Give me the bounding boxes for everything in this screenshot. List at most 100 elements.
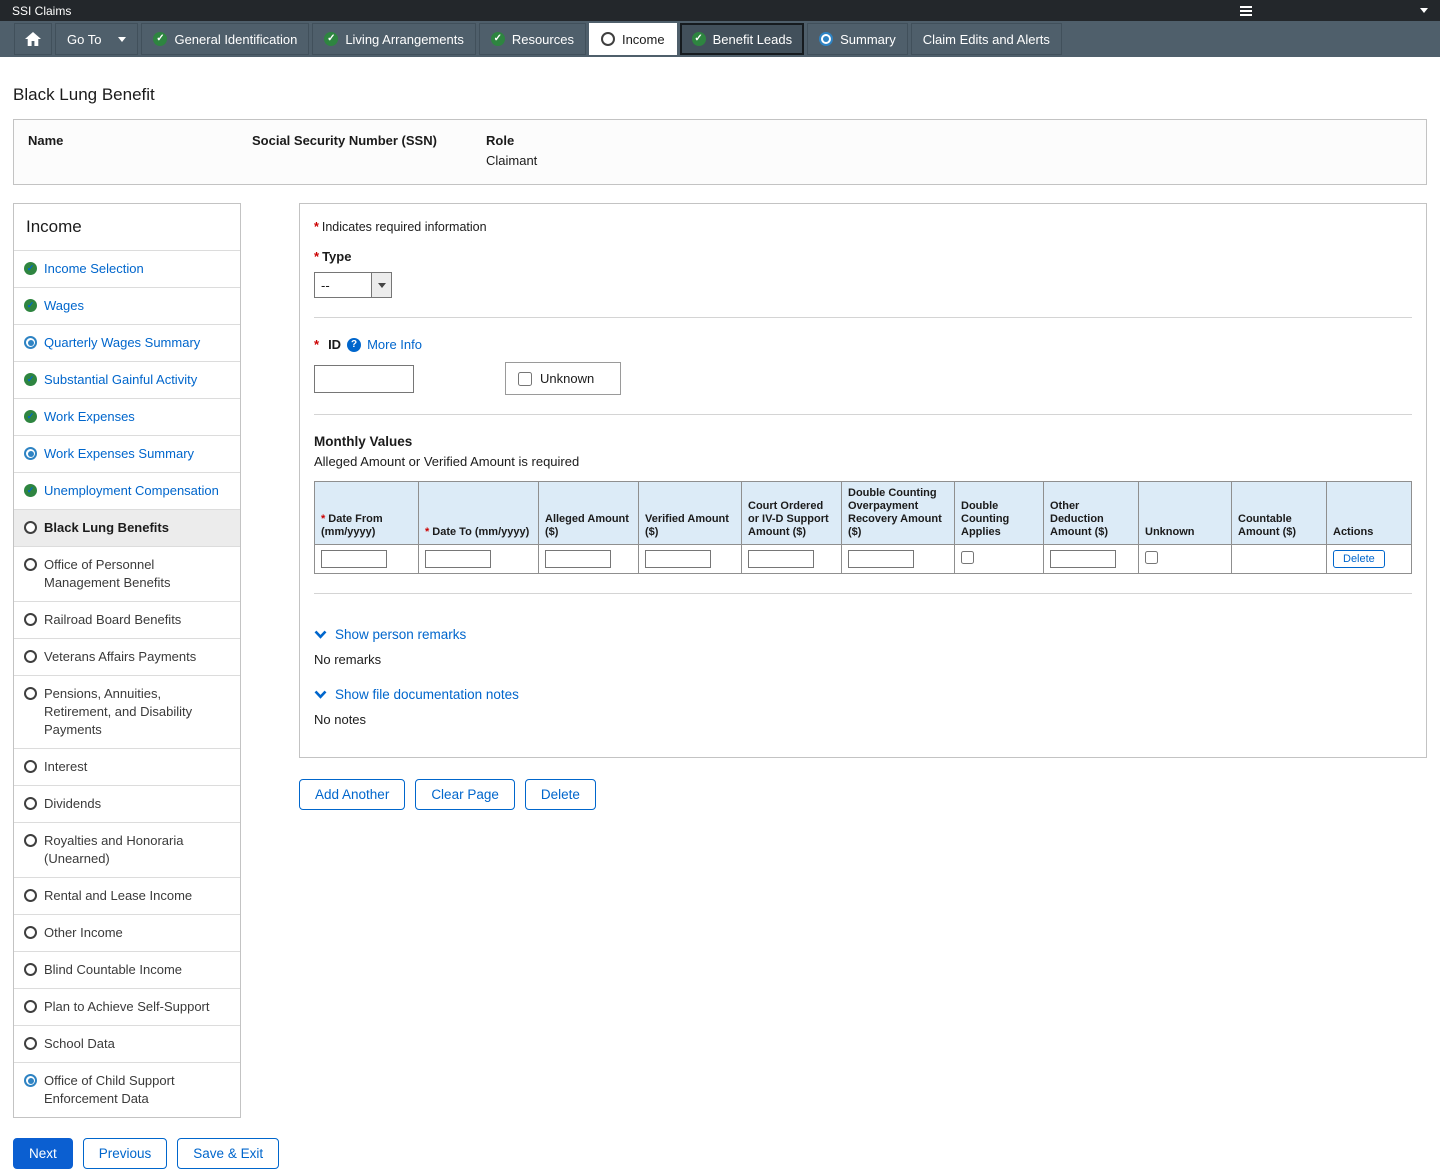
row-delete-button[interactable]: Delete xyxy=(1333,550,1385,568)
sidebar-item-unemployment-compensation[interactable]: ✓ Unemployment Compensation xyxy=(14,472,240,509)
sidebar-item-other-income[interactable]: Other Income xyxy=(14,914,240,951)
sidebar-item-label: Blind Countable Income xyxy=(44,962,183,977)
id-input[interactable] xyxy=(314,364,414,393)
id-unknown-label: Unknown xyxy=(540,371,595,386)
nav-tab-income[interactable]: Income xyxy=(588,23,677,55)
app-title: SSI Claims xyxy=(12,3,72,18)
claimant-role-col: Role Claimant xyxy=(486,133,1412,168)
empty-circle-icon xyxy=(24,558,37,571)
court-ordered-or-iv-d-support-amount-input[interactable] xyxy=(748,550,814,568)
alleged-amount-input[interactable] xyxy=(545,550,611,568)
chevron-down-icon xyxy=(118,36,127,42)
type-select[interactable]: -- xyxy=(314,272,392,298)
show-person-remarks-toggle[interactable]: Show person remarks xyxy=(314,627,466,642)
sidebar-title: Income xyxy=(26,217,82,236)
cell-unknown xyxy=(1138,544,1232,574)
sidebar-item-label: Income Selection xyxy=(44,261,144,276)
add-another-button[interactable]: Add Another xyxy=(299,779,406,810)
empty-circle-icon xyxy=(24,687,37,700)
clear-page-button[interactable]: Clear Page xyxy=(415,779,515,810)
sidebar-item-rental-and-lease-income[interactable]: Rental and Lease Income xyxy=(14,877,240,914)
sidebar-item-wages[interactable]: ✓ Wages xyxy=(14,287,240,324)
menu-icon[interactable] xyxy=(1240,5,1252,16)
nav-tab-label: Benefit Leads xyxy=(712,31,793,47)
cell-alleged-amount xyxy=(538,544,639,574)
sidebar-item-royalties-and-honoraria-unearned[interactable]: Royalties and Honoraria (Unearned) xyxy=(14,822,240,877)
sidebar-item-blind-countable-income[interactable]: Blind Countable Income xyxy=(14,951,240,988)
sidebar-item-pensions-annuities-retirement-and-disability-payments[interactable]: Pensions, Annuities, Retirement, and Dis… xyxy=(14,675,240,748)
sidebar-item-black-lung-benefits[interactable]: Black Lung Benefits xyxy=(14,509,240,546)
nav-tab-label: Resources xyxy=(511,31,574,47)
person-remarks-empty: No remarks xyxy=(314,652,382,667)
sidebar-item-income-selection[interactable]: ✓ Income Selection xyxy=(14,250,240,287)
home-button[interactable] xyxy=(14,23,52,55)
sidebar-item-plan-to-achieve-self-support[interactable]: Plan to Achieve Self-Support xyxy=(14,988,240,1025)
id-label: ID xyxy=(328,337,342,352)
id-unknown-checkbox[interactable] xyxy=(518,371,532,386)
show-file-notes-toggle[interactable]: Show file documentation notes xyxy=(314,687,519,702)
empty-circle-icon xyxy=(600,32,615,46)
column-header-date-from-mm-yyyy: * Date From (mm/yyyy) xyxy=(314,481,419,545)
info-icon[interactable]: ? xyxy=(347,337,362,352)
sidebar-item-label: Quarterly Wages Summary xyxy=(44,335,201,350)
column-header-alleged-amount: Alleged Amount ($) xyxy=(538,481,639,545)
nav-tab-resources[interactable]: ✓ Resources xyxy=(478,23,586,55)
other-deduction-amount-input[interactable] xyxy=(1050,550,1116,568)
target-icon xyxy=(24,447,37,460)
income-sidebar: Income ✓ Income Selection ✓ Wages Quarterly … xyxy=(13,203,241,1118)
sidebar-item-substantial-gainful-activity[interactable]: ✓ Substantial Gainful Activity xyxy=(14,361,240,398)
cell-countable-amount xyxy=(1231,544,1327,574)
more-info-link[interactable]: More Info xyxy=(367,337,422,352)
column-header-court-ordered-or-iv-d-support-amount: Court Ordered or IV-D Support Amount ($) xyxy=(741,481,842,545)
sidebar-item-dividends[interactable]: Dividends xyxy=(14,785,240,822)
chevron-down-icon xyxy=(314,690,327,699)
check-circle-icon: ✓ xyxy=(691,32,706,46)
ssn-label: Social Security Number (SSN) xyxy=(252,133,437,148)
sidebar-item-office-of-child-support-enforcement-data[interactable]: Office of Child Support Enforcement Data xyxy=(14,1062,240,1117)
form-actions: Add Another Clear Page Delete xyxy=(299,779,1427,810)
main-nav: Go To ✓ General Identification ✓ Living Arr… xyxy=(0,21,1440,57)
monthly-values-header-row: * Date From (mm/yyyy) * Date To (mm/yyyy) Al… xyxy=(314,481,1412,545)
date-from-mm-yyyy-input[interactable] xyxy=(321,550,387,568)
sidebar-item-work-expenses-summary[interactable]: Work Expenses Summary xyxy=(14,435,240,472)
double-counting-overpayment-recovery-amount-input[interactable] xyxy=(848,550,914,568)
sidebar-item-veterans-affairs-payments[interactable]: Veterans Affairs Payments xyxy=(14,638,240,675)
date-to-mm-yyyy-input[interactable] xyxy=(425,550,491,568)
sidebar-item-office-of-personnel-management-benefits[interactable]: Office of Personnel Management Benefits xyxy=(14,546,240,601)
cell-double-counting-applies xyxy=(954,544,1044,574)
check-circle-icon: ✓ xyxy=(24,484,37,497)
nav-tab-general-identification[interactable]: ✓ General Identification xyxy=(141,23,310,55)
sidebar-item-quarterly-wages-summary[interactable]: Quarterly Wages Summary xyxy=(14,324,240,361)
sidebar-item-label: Black Lung Benefits xyxy=(44,520,169,535)
empty-circle-icon xyxy=(24,650,37,663)
sidebar-item-label: Rental and Lease Income xyxy=(44,888,193,903)
nav-tabs: ✓ General Identification ✓ Living Arrangeme… xyxy=(141,23,1062,55)
save-exit-button[interactable]: Save & Exit xyxy=(177,1138,280,1169)
next-button[interactable]: Next xyxy=(13,1138,73,1169)
nav-tab-benefit-leads[interactable]: ✓ Benefit Leads xyxy=(679,23,805,55)
sidebar-item-label: Unemployment Compensation xyxy=(44,483,219,498)
double-counting-applies-checkbox[interactable] xyxy=(961,551,974,564)
goto-dropdown[interactable]: Go To xyxy=(55,23,139,55)
sidebar-item-railroad-board-benefits[interactable]: Railroad Board Benefits xyxy=(14,601,240,638)
column-header-double-counting-overpayment-recovery-amount: Double Counting Overpayment Recovery Amo… xyxy=(841,481,955,545)
sidebar-item-label: Office of Child Support Enforcement Data xyxy=(44,1073,175,1106)
select-arrow-icon xyxy=(371,273,391,297)
id-unknown-box[interactable]: Unknown xyxy=(505,362,622,395)
sidebar-item-work-expenses[interactable]: ✓ Work Expenses xyxy=(14,398,240,435)
verified-amount-input[interactable] xyxy=(645,550,711,568)
nav-tab-claim-edits-and-alerts[interactable]: Claim Edits and Alerts xyxy=(910,23,1062,55)
check-circle-icon: ✓ xyxy=(324,32,339,46)
unknown-checkbox[interactable] xyxy=(1145,551,1158,564)
delete-button[interactable]: Delete xyxy=(524,779,596,810)
nav-tab-living-arrangements[interactable]: ✓ Living Arrangements xyxy=(312,23,476,55)
caret-down-icon[interactable] xyxy=(1420,8,1428,13)
nav-tab-summary[interactable]: Summary xyxy=(807,23,908,55)
previous-button[interactable]: Previous xyxy=(82,1138,168,1169)
target-icon xyxy=(819,32,834,46)
sidebar-item-interest[interactable]: Interest xyxy=(14,748,240,785)
sidebar-item-school-data[interactable]: School Data xyxy=(14,1025,240,1062)
column-header-unknown: Unknown xyxy=(1138,481,1232,545)
monthly-values-subtitle: Alleged Amount or Verified Amount is req… xyxy=(314,454,580,469)
sidebar-item-label: School Data xyxy=(44,1036,115,1051)
